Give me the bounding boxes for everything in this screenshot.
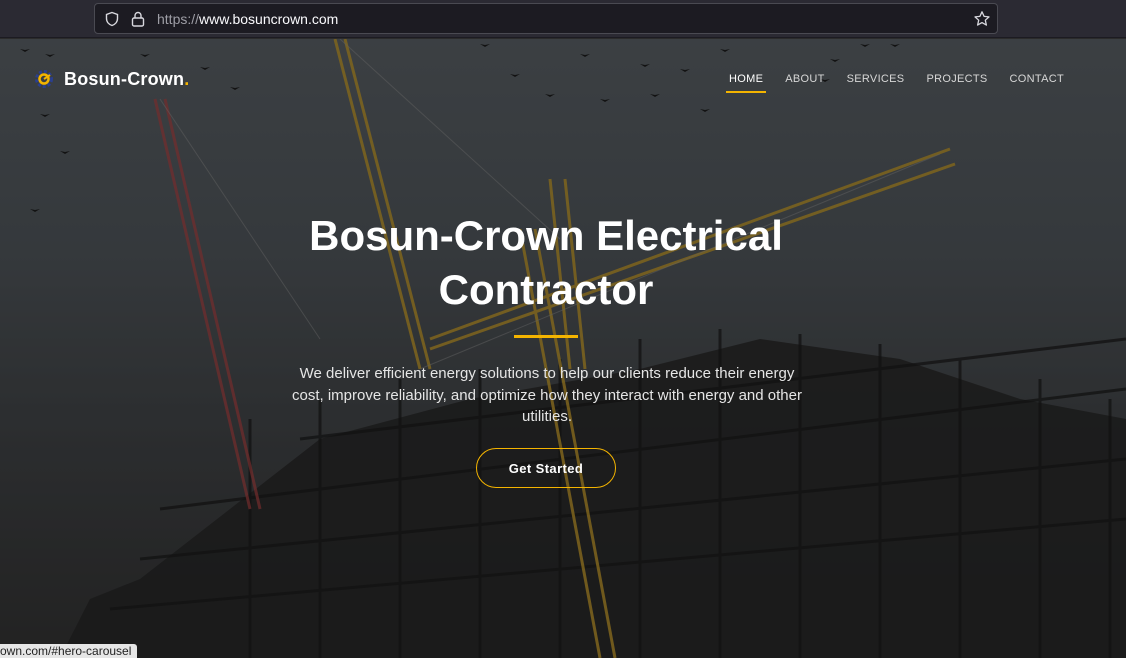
browser-toolbar: https://www.bosuncrown.com — [0, 0, 1126, 38]
bookmark-star-icon[interactable] — [973, 10, 991, 28]
brand-dot: . — [184, 68, 190, 89]
brand-logo[interactable]: Bosun-Crown. — [33, 68, 189, 90]
url-scheme: https:// — [157, 11, 200, 27]
get-started-button[interactable]: Get Started — [476, 448, 616, 488]
hero-description: We deliver efficient energy solutions to… — [292, 365, 802, 425]
gear-logo-icon — [35, 70, 53, 88]
dark-overlay — [0, 39, 1126, 658]
address-bar[interactable]: https://www.bosuncrown.com — [94, 3, 998, 34]
title-divider — [514, 335, 578, 338]
url-text[interactable]: https://www.bosuncrown.com — [157, 11, 338, 27]
brand-name: Bosun-Crown. — [64, 69, 189, 90]
url-host: www.bosuncrown.com — [199, 11, 339, 27]
nav-services[interactable]: SERVICES — [836, 72, 916, 94]
link-status-bar: own.com/#hero-carousel — [0, 644, 138, 658]
hero-title: Bosun-Crown Electrical Contractor — [309, 212, 783, 313]
nav-contact[interactable]: CONTACT — [999, 72, 1075, 94]
nav-home[interactable]: HOME — [718, 72, 774, 94]
nav-projects[interactable]: PROJECTS — [915, 72, 998, 94]
shield-icon[interactable] — [104, 11, 120, 27]
nav-about[interactable]: ABOUT — [774, 72, 835, 94]
hero-section: Bosun-Crown. HOME ABOUT SERVICES PROJECT… — [0, 39, 1126, 658]
main-nav: HOME ABOUT SERVICES PROJECTS CONTACT — [718, 72, 1075, 94]
brand-name-text: Bosun-Crown — [64, 68, 185, 89]
lock-icon[interactable] — [131, 11, 145, 27]
